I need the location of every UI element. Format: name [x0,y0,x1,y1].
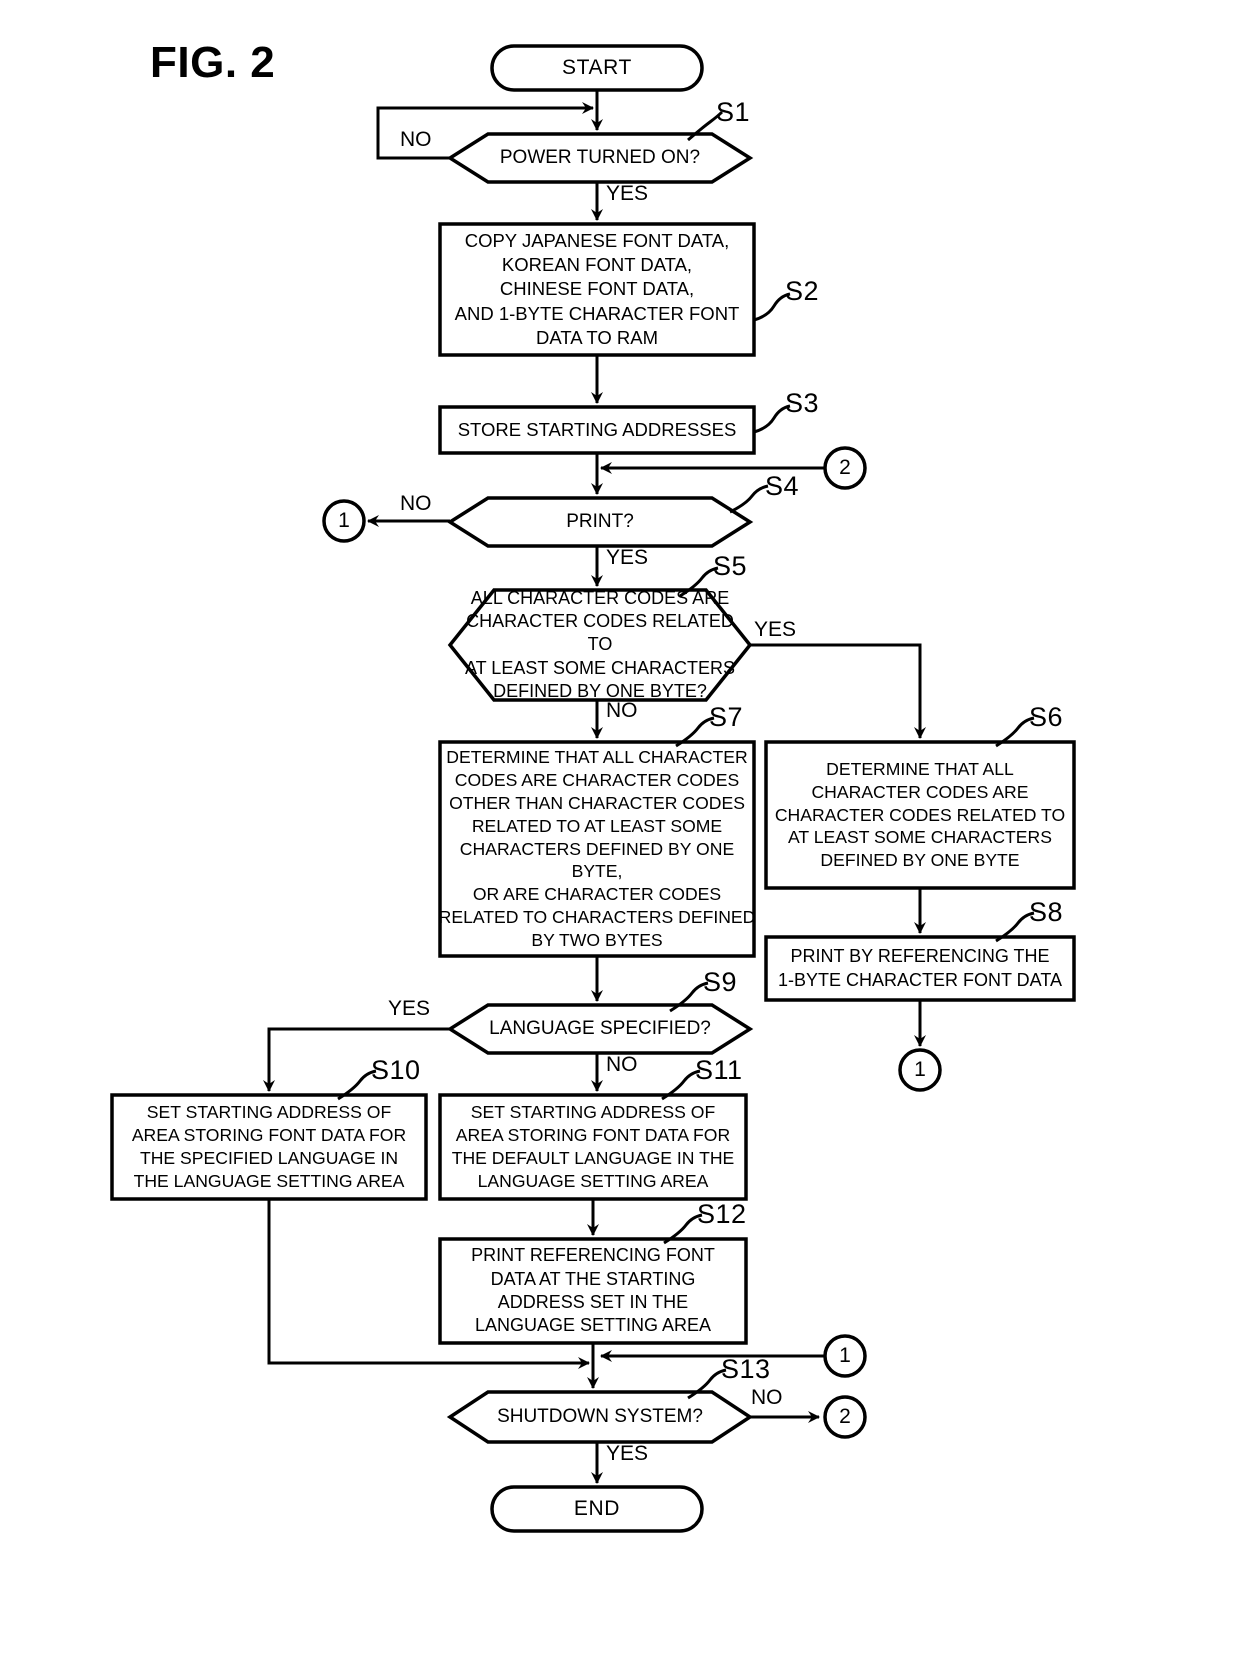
edge-label-s1-yes: YES [606,182,649,205]
connector-label-2-top: 2 [839,456,851,479]
step-tag-s2: S2 [785,276,820,306]
shape-s1 [446,132,754,184]
figure-canvas: FIG. 2 START POWER TURNED ON? COPY JAPAN… [0,0,1240,1663]
connector-label-2-s13: 2 [839,1405,851,1428]
edge-label-s1-no: NO [400,128,432,151]
step-tag-s7: S7 [709,702,744,732]
step-tag-s8: S8 [1029,897,1064,927]
shape-s2 [438,222,756,357]
step-tag-s13: S13 [721,1354,771,1384]
edge-label-s4-no: NO [400,492,432,515]
edge-label-s4-yes: YES [606,546,649,569]
step-tag-s11: S11 [695,1055,743,1085]
edge-label-s9-yes: YES [388,997,431,1020]
edge-label-s5-no: NO [606,699,638,722]
edge-label-s9-no: NO [606,1053,638,1076]
shape-s10 [110,1093,428,1201]
edge-s5-yes [750,643,926,739]
shape-s4 [446,496,754,548]
shape-s8 [764,935,1076,1002]
step-tag-s10: S10 [371,1055,421,1085]
step-tag-s6: S6 [1029,702,1064,732]
shape-s9 [446,1003,754,1055]
flowchart-svg [110,44,1076,1533]
edge-label-s13-no: NO [751,1386,783,1409]
shape-s7 [438,740,756,958]
connector-label-1-s8: 1 [914,1058,926,1081]
shape-s11 [438,1093,748,1201]
shape-s3 [438,405,756,455]
connector-label-1-s4: 1 [338,509,350,532]
shape-s6 [764,740,1076,890]
shape-start [490,44,704,92]
shape-end [490,1485,704,1533]
connector-label-1-join: 1 [839,1344,851,1367]
shape-s12 [438,1237,748,1345]
leader-s4 [729,484,769,514]
step-tag-s12: S12 [697,1199,747,1229]
shape-s5 [447,588,753,702]
step-tag-s9: S9 [703,967,738,997]
edge-label-s5-yes: YES [754,618,797,641]
step-tag-s5: S5 [713,551,748,581]
step-tag-s3: S3 [785,388,820,418]
edge-label-s13-yes: YES [606,1442,649,1465]
step-tag-s1: S1 [716,97,751,127]
shape-s13 [446,1390,754,1444]
step-tag-s4: S4 [765,471,800,501]
